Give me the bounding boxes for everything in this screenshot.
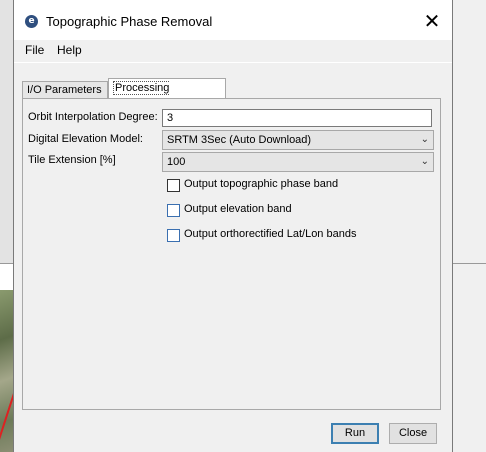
- checkbox-box[interactable]: [167, 229, 180, 242]
- checkbox-label: Output orthorectified Lat/Lon bands: [184, 228, 357, 240]
- checkbox-box[interactable]: [167, 204, 180, 217]
- dem-select[interactable]: SRTM 3Sec (Auto Download) ⌄: [162, 130, 434, 150]
- title-bar: e Topographic Phase Removal ✕: [14, 0, 452, 40]
- checkbox-label: Output elevation band: [184, 203, 292, 215]
- dialog-window: e Topographic Phase Removal ✕ File Help …: [14, 0, 452, 452]
- background-right-strip: [452, 0, 486, 452]
- tab-processing-parameters[interactable]: Processing Parameters: [108, 78, 226, 114]
- chevron-down-icon: ⌄: [420, 134, 429, 145]
- tile-extension-value: 100: [167, 156, 186, 168]
- tile-extension-label: Tile Extension [%]: [28, 154, 116, 166]
- close-button[interactable]: Close: [389, 423, 437, 444]
- orbit-degree-label: Orbit Interpolation Degree:: [28, 111, 158, 123]
- window-title: Topographic Phase Removal: [46, 14, 213, 29]
- background-divider-right: [452, 263, 486, 264]
- orbit-degree-input[interactable]: 3: [162, 109, 432, 127]
- background-panel: [0, 264, 14, 290]
- menu-help[interactable]: Help: [57, 43, 82, 57]
- tab-io-parameters[interactable]: I/O Parameters: [22, 81, 108, 99]
- background-map-image: [0, 290, 14, 452]
- tile-extension-select[interactable]: 100 ⌄: [162, 152, 434, 172]
- menu-bar: File Help: [14, 40, 452, 62]
- run-button[interactable]: Run: [331, 423, 379, 444]
- snap-logo-icon: e: [25, 15, 38, 28]
- menu-file[interactable]: File: [25, 43, 44, 57]
- dem-label: Digital Elevation Model:: [28, 133, 143, 145]
- close-icon[interactable]: ✕: [420, 10, 444, 34]
- dem-select-value: SRTM 3Sec (Auto Download): [167, 134, 312, 146]
- checkbox-box[interactable]: [167, 179, 180, 192]
- checkbox-label: Output topographic phase band: [184, 178, 339, 190]
- menu-separator: [14, 62, 452, 63]
- chevron-down-icon: ⌄: [420, 156, 429, 167]
